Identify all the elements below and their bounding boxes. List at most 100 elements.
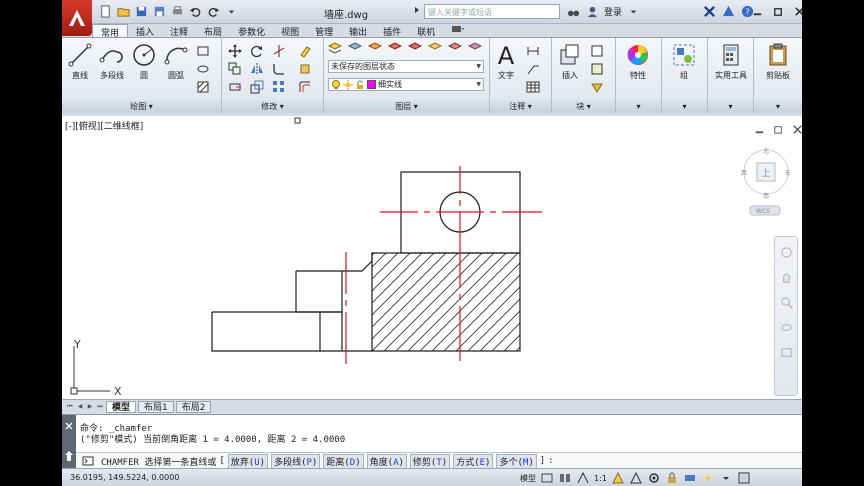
user-icon[interactable] bbox=[585, 4, 600, 19]
next-layout-icon[interactable]: ▶ bbox=[86, 402, 94, 411]
current-layer-dropdown[interactable]: 细实线 ▼ bbox=[328, 78, 484, 91]
viewcube-top-face[interactable]: 上 bbox=[761, 168, 770, 179]
layers-panel-title[interactable]: 图层 ▾ bbox=[324, 100, 489, 113]
first-layout-icon[interactable]: ⏮ bbox=[66, 402, 74, 411]
annotation-scale-icon[interactable] bbox=[576, 471, 590, 485]
minimize-icon[interactable] bbox=[750, 4, 765, 19]
annotation-autoscale-icon[interactable] bbox=[629, 471, 643, 485]
login-dropdown-icon[interactable] bbox=[626, 4, 641, 19]
orbit-icon[interactable] bbox=[779, 320, 794, 335]
dimension-icon[interactable] bbox=[526, 44, 540, 58]
tab-online[interactable]: 联机 bbox=[409, 24, 443, 38]
layer-lock-icon[interactable] bbox=[467, 42, 483, 56]
autodesk-360-icon[interactable] bbox=[721, 4, 736, 19]
new-file-icon[interactable] bbox=[98, 4, 113, 19]
last-layout-icon[interactable]: ⏭ bbox=[96, 402, 104, 411]
offset-icon[interactable] bbox=[298, 80, 312, 94]
layer-match-icon[interactable] bbox=[367, 42, 383, 56]
viewport-minimize-icon[interactable] bbox=[752, 122, 767, 137]
rotate-icon[interactable] bbox=[250, 44, 264, 58]
block-panel-title[interactable]: 块 ▾ bbox=[552, 100, 615, 113]
save-as-icon[interactable] bbox=[152, 4, 167, 19]
mirror-icon[interactable] bbox=[250, 62, 264, 76]
erase-icon[interactable] bbox=[298, 44, 312, 58]
binoculars-icon[interactable] bbox=[566, 4, 581, 19]
layout-tab-model[interactable]: 模型 bbox=[106, 400, 137, 413]
text-tool-button[interactable]: A 文字 bbox=[490, 42, 522, 81]
exchange-icon[interactable] bbox=[702, 4, 717, 19]
search-expand-icon[interactable] bbox=[414, 6, 420, 17]
option-trim[interactable]: 修剪(T) bbox=[409, 453, 451, 469]
table-icon[interactable] bbox=[526, 80, 540, 94]
polyline-tool-button[interactable]: 多段线 bbox=[94, 42, 130, 81]
hardware-acceleration-icon[interactable] bbox=[683, 471, 697, 485]
viewcube[interactable]: 上 北 南 西 东 WCS bbox=[738, 146, 794, 216]
steering-wheel-icon[interactable] bbox=[779, 245, 794, 260]
quick-view-layouts-icon[interactable] bbox=[540, 471, 554, 485]
stretch-icon[interactable] bbox=[228, 80, 242, 94]
cursor-coordinates[interactable]: 36.0195, 149.5224, 0.0000 bbox=[70, 473, 179, 482]
option-multiple[interactable]: 多个(M) bbox=[496, 453, 537, 469]
annotation-scale-value[interactable]: 1:1 bbox=[594, 474, 607, 483]
drawing-viewport[interactable]: Y X [-][俯视][二维线框] 上 北 南 西 东 WCS bbox=[62, 116, 802, 399]
drawing-canvas[interactable]: Y X bbox=[62, 116, 802, 399]
hatch-icon[interactable] bbox=[196, 80, 210, 94]
clean-screen-icon[interactable] bbox=[737, 471, 751, 485]
properties-panel-title[interactable]: ▾ bbox=[616, 100, 661, 113]
workspace-switch-icon[interactable] bbox=[647, 471, 661, 485]
option-distance[interactable]: 距离(D) bbox=[323, 453, 364, 469]
command-line-input[interactable]: CHAMFER 选择第一条直线或 [ 放弃(U) 多段线(P) 距离(D) 角度… bbox=[76, 452, 802, 469]
annotation-visibility-icon[interactable] bbox=[611, 471, 625, 485]
fillet-icon[interactable] bbox=[272, 62, 286, 76]
properties-button[interactable]: 特性 bbox=[622, 42, 654, 81]
open-folder-icon[interactable] bbox=[116, 4, 131, 19]
undo-icon[interactable] bbox=[188, 4, 203, 19]
array-icon[interactable] bbox=[272, 80, 286, 94]
plot-icon[interactable] bbox=[170, 4, 185, 19]
modify-panel-title[interactable]: 修改 ▾ bbox=[222, 100, 323, 113]
edit-block-icon[interactable] bbox=[590, 62, 604, 76]
arc-tool-button[interactable]: 圆弧 bbox=[160, 42, 192, 81]
pan-icon[interactable] bbox=[779, 270, 794, 285]
showmotion-icon[interactable] bbox=[779, 345, 794, 360]
leader-icon[interactable] bbox=[526, 62, 540, 76]
copy-icon[interactable] bbox=[228, 62, 242, 76]
line-tool-button[interactable]: 直线 bbox=[64, 42, 96, 81]
scale-icon[interactable] bbox=[250, 80, 264, 94]
tab-manage[interactable]: 管理 bbox=[307, 24, 341, 38]
restore-icon[interactable] bbox=[771, 4, 786, 19]
utilities-panel-title[interactable]: ▾ bbox=[708, 100, 753, 113]
clipboard-button[interactable]: 剪贴板 bbox=[756, 42, 800, 81]
close-icon[interactable] bbox=[792, 4, 802, 19]
move-icon[interactable] bbox=[228, 44, 242, 58]
option-polyline[interactable]: 多段线(P) bbox=[271, 453, 321, 469]
tab-layout[interactable]: 布局 bbox=[196, 24, 230, 38]
draw-panel-title[interactable]: 绘图 ▾ bbox=[62, 100, 221, 113]
lock-ui-icon[interactable] bbox=[665, 471, 679, 485]
layer-freeze-icon[interactable] bbox=[427, 42, 443, 56]
tab-home[interactable]: 常用 bbox=[92, 24, 129, 39]
tab-plugins[interactable]: 插件 bbox=[375, 24, 409, 38]
tab-output[interactable]: 输出 bbox=[341, 24, 375, 38]
insert-block-button[interactable]: 插入 bbox=[554, 42, 586, 81]
block-attribute-icon[interactable] bbox=[590, 80, 604, 94]
ribbon-minimize-toggle[interactable] bbox=[443, 24, 473, 38]
command-window-handle[interactable] bbox=[62, 415, 76, 469]
create-block-icon[interactable] bbox=[590, 44, 604, 58]
login-label[interactable]: 登录 bbox=[604, 5, 622, 18]
prev-layout-icon[interactable]: ◀ bbox=[76, 402, 84, 411]
clipboard-panel-title[interactable]: ▾ bbox=[754, 100, 802, 113]
layer-isolate-icon[interactable] bbox=[407, 42, 423, 56]
tab-view[interactable]: 视图 bbox=[273, 24, 307, 38]
save-icon[interactable] bbox=[134, 4, 149, 19]
zoom-extents-icon[interactable] bbox=[779, 295, 794, 310]
search-input[interactable]: 键入关键字或短语 bbox=[424, 4, 560, 19]
isolate-objects-icon[interactable] bbox=[701, 471, 715, 485]
quick-view-drawings-icon[interactable] bbox=[558, 471, 572, 485]
layer-properties-icon[interactable] bbox=[327, 42, 343, 56]
layer-previous-icon[interactable] bbox=[387, 42, 403, 56]
layout-tab-layout2[interactable]: 布局2 bbox=[175, 400, 212, 413]
layer-state-icon[interactable] bbox=[347, 42, 363, 56]
viewport-controls-label[interactable]: [-][俯视][二维线框] bbox=[65, 119, 143, 132]
qat-dropdown-icon[interactable] bbox=[224, 4, 239, 19]
